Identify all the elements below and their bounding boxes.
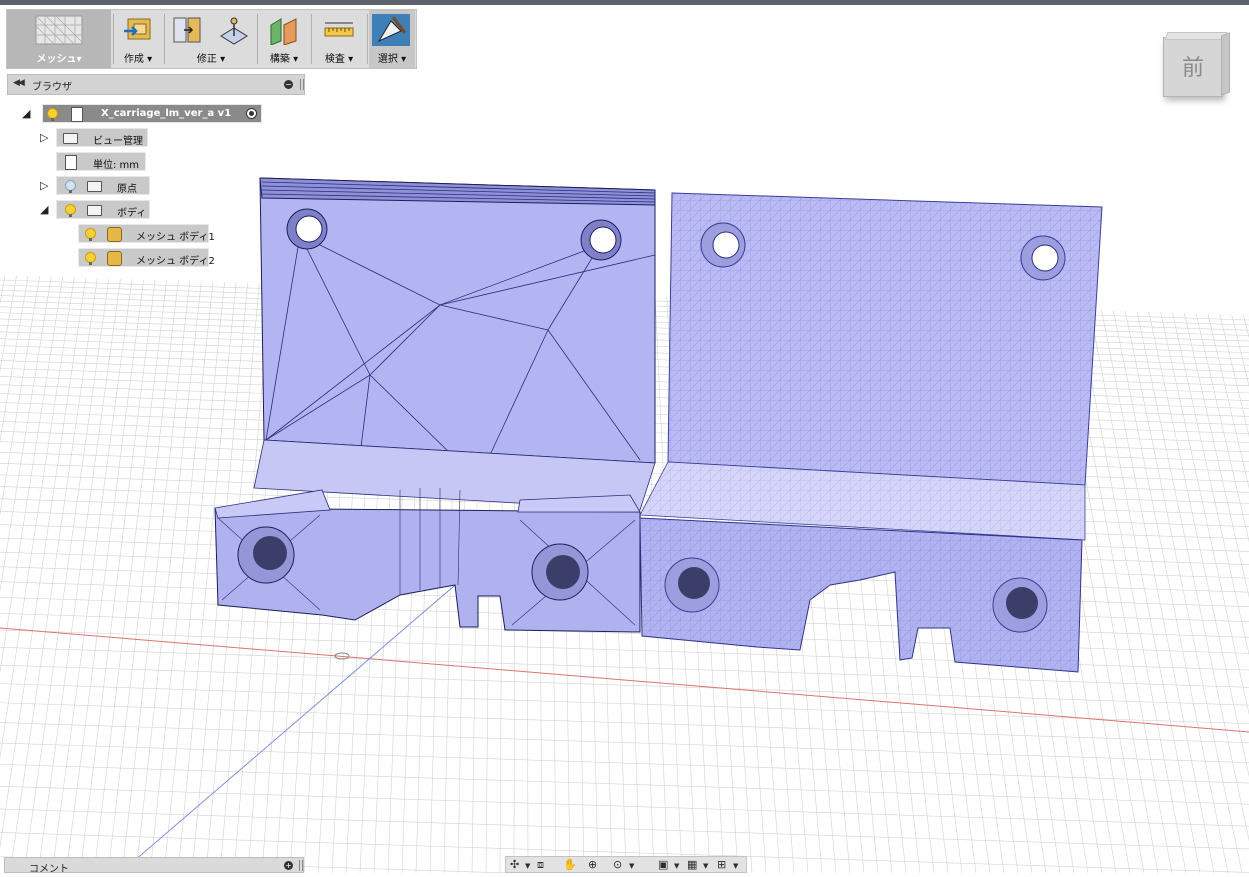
mesh-body-1[interactable] (214, 177, 656, 633)
add-comment-icon[interactable]: + (284, 861, 293, 870)
modify-move-icon (220, 17, 248, 45)
tree-item-label: 原点 (117, 184, 137, 195)
tree-item-mesh-body-1[interactable]: メッシュ ボディ1 (78, 224, 215, 243)
fit-icon[interactable]: ⊙ (613, 858, 622, 871)
tree-item-label: ビュー管理 (93, 136, 143, 147)
panel-grip[interactable] (300, 79, 304, 90)
mesh-body-icon (107, 227, 122, 242)
navigation-bar: ✣ ▼ ⧈ ✋ ⊕ ⊙ ▼ ▣ ▼ ▦ ▼ ⊞ ▼ (505, 856, 747, 873)
folder-icon (87, 205, 102, 216)
view-cube-side-face[interactable] (1221, 32, 1230, 96)
activate-radio-icon[interactable] (246, 108, 257, 119)
scene-svg (0, 0, 1249, 874)
folder-icon (63, 133, 78, 144)
orbit-dropdown-icon[interactable]: ▼ (525, 860, 530, 873)
root-label: X_carriage_lm_ver_a v1 (101, 108, 232, 119)
expanded-triangle-icon[interactable]: ◢ (22, 107, 30, 120)
expanded-triangle-icon[interactable]: ◢ (40, 203, 48, 216)
inspect-icon (324, 22, 354, 37)
collapsed-triangle-icon[interactable]: ▷ (40, 179, 48, 192)
tree-item-units[interactable]: 単位: mm (56, 152, 148, 171)
construct-menu[interactable]: 構築 ▾ (259, 10, 309, 68)
view-cube-top-face[interactable] (1164, 32, 1228, 40)
modify-icon (173, 17, 201, 43)
mesh-body-1-node[interactable]: メッシュ ボディ1 (78, 224, 215, 243)
tree-item-bodies[interactable]: ◢ ボディ (40, 200, 152, 219)
tree-item-label: ボディ (117, 208, 147, 219)
collapse-panel-icon[interactable]: ◀◀ (13, 78, 25, 88)
panel-options-icon[interactable]: − (284, 80, 293, 89)
browser-title: ブラウザ (32, 82, 72, 93)
viewports-dropdown-icon[interactable]: ▼ (733, 860, 738, 873)
panel-grip[interactable] (299, 860, 303, 871)
browser-panel-header: ◀◀ ブラウザ − (7, 74, 305, 95)
tree-item-mesh-body-2[interactable]: メッシュ ボディ2 (78, 248, 215, 267)
view-cube[interactable]: 前 (1163, 32, 1230, 97)
select-label: 選択 ▾ (377, 54, 407, 65)
units-node[interactable]: 単位: mm (56, 152, 146, 171)
view-manager-node[interactable]: ビュー管理 (56, 128, 148, 147)
canvas-viewport[interactable] (0, 0, 1249, 874)
collapsed-triangle-icon[interactable]: ▷ (40, 131, 48, 144)
tree-item-label: メッシュ ボディ2 (136, 256, 215, 267)
mesh-body-2-node[interactable]: メッシュ ボディ2 (78, 248, 215, 267)
folder-icon (87, 181, 102, 192)
mesh-workspace-icon (35, 15, 83, 45)
units-doc-icon (65, 155, 77, 170)
tree-item-origin[interactable]: ▷ 原点 (40, 176, 152, 195)
title-strip (0, 0, 1249, 5)
look-at-icon[interactable]: ⧈ (537, 858, 544, 871)
modify-menu[interactable]: 修正 ▾ (167, 10, 255, 68)
view-cube-front-label: 前 (1181, 56, 1204, 81)
display-dropdown-icon[interactable]: ▼ (674, 860, 679, 873)
create-icon (124, 18, 151, 40)
select-menu[interactable]: 選択 ▾ (369, 10, 415, 68)
tree-item-view-manager[interactable]: ▷ ビュー管理 (40, 128, 150, 147)
visibility-bulb-icon[interactable] (85, 228, 96, 241)
workspace-switcher[interactable]: メッシュ▾ (7, 10, 111, 68)
visibility-bulb-off-icon[interactable] (65, 180, 76, 193)
inspect-label: 検査 ▾ (324, 54, 354, 65)
bodies-node[interactable]: ボディ (56, 200, 150, 219)
tree-item-label: 単位: mm (93, 160, 140, 171)
origin-node[interactable]: 原点 (56, 176, 150, 195)
component-icon (71, 107, 83, 122)
pan-icon[interactable]: ✋ (563, 858, 577, 871)
mesh-body-icon (107, 251, 122, 266)
create-menu[interactable]: 作成 ▾ (115, 10, 161, 68)
grid-icon[interactable]: ▦ (687, 858, 697, 871)
root-node[interactable]: X_carriage_lm_ver_a v1 (42, 104, 262, 123)
select-icon (372, 14, 410, 46)
construct-icon (270, 18, 297, 45)
grid-dropdown-icon[interactable]: ▼ (703, 860, 708, 873)
inspect-menu[interactable]: 検査 ▾ (313, 10, 365, 68)
display-mode-icon[interactable]: ▣ (658, 858, 668, 871)
workspace-label: メッシュ▾ (36, 54, 82, 65)
toolbar: メッシュ▾ 作成 ▾ 修正 ▾ 構築 ▾ 検査 ▾ 選択 ▾ (6, 9, 417, 69)
visibility-bulb-icon[interactable] (47, 108, 58, 121)
create-label: 作成 ▾ (123, 54, 153, 65)
visibility-bulb-icon[interactable] (65, 204, 76, 217)
visibility-bulb-icon[interactable] (85, 252, 96, 265)
comments-panel: コメント + (4, 857, 304, 875)
orbit-icon[interactable]: ✣ (510, 858, 519, 871)
fit-dropdown-icon[interactable]: ▼ (629, 860, 634, 873)
zoom-icon[interactable]: ⊕ (588, 858, 597, 871)
tree-root[interactable]: ◢ X_carriage_lm_ver_a v1 (22, 104, 267, 123)
viewports-icon[interactable]: ⊞ (717, 858, 726, 871)
tree-item-label: メッシュ ボディ1 (136, 232, 215, 243)
construct-label: 構築 ▾ (269, 54, 299, 65)
modify-label: 修正 ▾ (196, 54, 226, 65)
